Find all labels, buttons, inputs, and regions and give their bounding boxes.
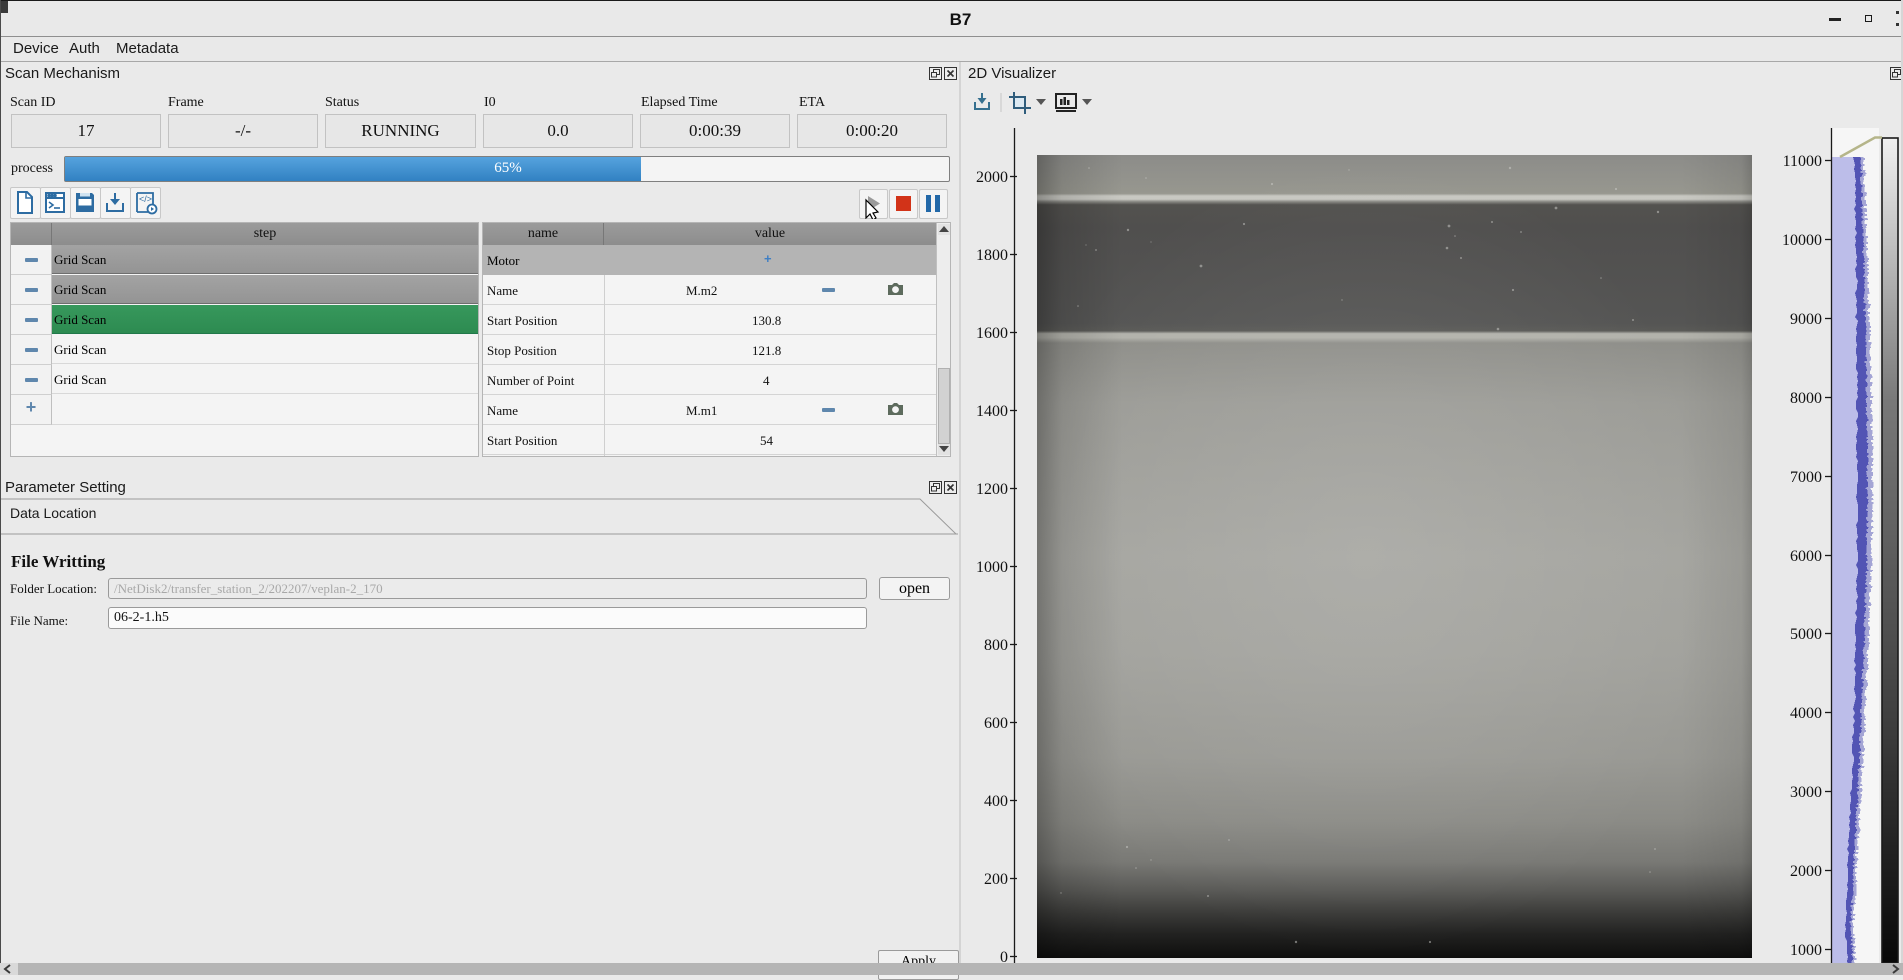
svg-text:1600: 1600	[976, 325, 1008, 342]
svg-text:11000: 11000	[1783, 153, 1822, 170]
svg-text:1400: 1400	[976, 403, 1008, 420]
svg-text:2000: 2000	[1790, 863, 1822, 880]
svg-text:800: 800	[984, 637, 1008, 654]
svg-text:5000: 5000	[1790, 626, 1822, 643]
svg-text:</>: </>	[139, 194, 152, 204]
svg-text:6000: 6000	[1790, 548, 1822, 565]
svg-text:1000: 1000	[976, 559, 1008, 576]
svg-text:0: 0	[1000, 949, 1008, 963]
svg-text:3000: 3000	[1790, 784, 1822, 801]
svg-text:10000: 10000	[1782, 232, 1822, 249]
svg-text:9000: 9000	[1790, 311, 1822, 328]
svg-text:200: 200	[984, 871, 1008, 888]
svg-text:2000: 2000	[976, 169, 1008, 186]
svg-text:400: 400	[984, 793, 1008, 810]
svg-text:1000: 1000	[1790, 942, 1822, 959]
svg-text:1200: 1200	[976, 481, 1008, 498]
svg-text:600: 600	[984, 715, 1008, 732]
svg-text:8000: 8000	[1790, 390, 1822, 407]
svg-text:1800: 1800	[976, 247, 1008, 264]
svg-text:7000: 7000	[1790, 469, 1822, 486]
svg-text:4000: 4000	[1790, 705, 1822, 722]
